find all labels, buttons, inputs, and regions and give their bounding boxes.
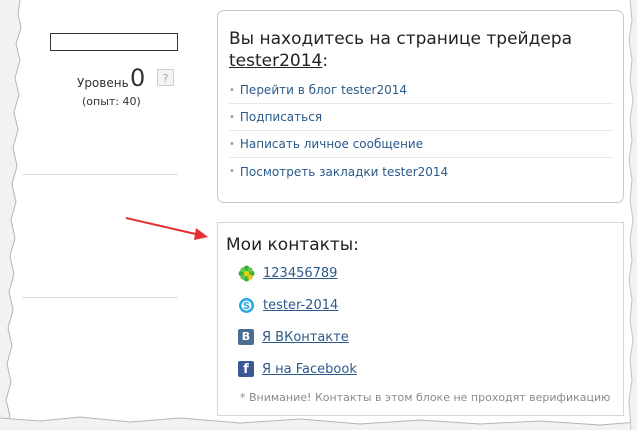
level-help-button[interactable]: ?: [157, 69, 174, 86]
action-label[interactable]: Написать личное сообщение: [240, 137, 423, 151]
action-label[interactable]: Посмотреть закладки tester2014: [240, 165, 448, 179]
contacts-title: Мои контакты:: [226, 235, 359, 255]
vk-icon: В: [238, 329, 254, 345]
contact-label[interactable]: tester-2014: [263, 298, 338, 313]
trader-info-box: Вы находитесь на странице трейдера teste…: [217, 10, 624, 203]
username-box: [50, 33, 178, 51]
trader-username-link[interactable]: tester2014: [229, 51, 322, 71]
my-contacts-box: Мои контакты: 123456789 S tester-2014 В …: [217, 222, 624, 416]
contact-label[interactable]: 123456789: [263, 266, 337, 281]
action-label[interactable]: Перейти в блог tester2014: [240, 83, 407, 97]
title-prefix: Вы находитесь на странице трейдера: [229, 29, 573, 49]
verification-note: * Внимание! Контакты в этом блоке не про…: [240, 391, 611, 404]
experience-label: (опыт: 40): [82, 95, 141, 108]
facebook-icon: f: [238, 361, 254, 377]
action-view-bookmarks[interactable]: • Посмотреть закладки tester2014: [229, 158, 614, 185]
contact-label[interactable]: Я на Facebook: [262, 362, 357, 377]
contact-skype[interactable]: S tester-2014: [238, 295, 338, 315]
trader-page-title: Вы находитесь на странице трейдера teste…: [229, 28, 619, 72]
skype-icon: S: [239, 297, 254, 313]
action-go-to-blog[interactable]: • Перейти в блог tester2014: [229, 77, 614, 104]
action-send-message[interactable]: • Написать личное сообщение: [229, 131, 614, 158]
bullet-icon: •: [229, 111, 235, 123]
level-label: Уровень: [77, 76, 129, 90]
action-label[interactable]: Подписаться: [240, 110, 322, 124]
contact-icq[interactable]: 123456789: [238, 263, 337, 283]
sidebar-divider: [22, 174, 178, 175]
contact-vkontakte[interactable]: В Я ВКонтакте: [238, 327, 349, 347]
torn-paper-left-edge: [0, 0, 22, 430]
icq-flower-icon: [238, 265, 255, 281]
title-suffix: :: [322, 51, 329, 71]
bullet-icon: •: [229, 166, 235, 177]
bullet-icon: •: [229, 138, 235, 150]
svg-text:S: S: [243, 301, 250, 312]
sidebar-divider: [22, 297, 178, 298]
bullet-icon: •: [229, 84, 235, 96]
red-arrow-icon: [125, 217, 208, 240]
contact-facebook[interactable]: f Я на Facebook: [238, 359, 357, 379]
contact-label[interactable]: Я ВКонтакте: [262, 330, 349, 345]
action-subscribe[interactable]: • Подписаться: [229, 104, 614, 131]
level-value: 0: [130, 64, 146, 92]
trader-action-list: • Перейти в блог tester2014 • Подписатьс…: [229, 77, 614, 185]
